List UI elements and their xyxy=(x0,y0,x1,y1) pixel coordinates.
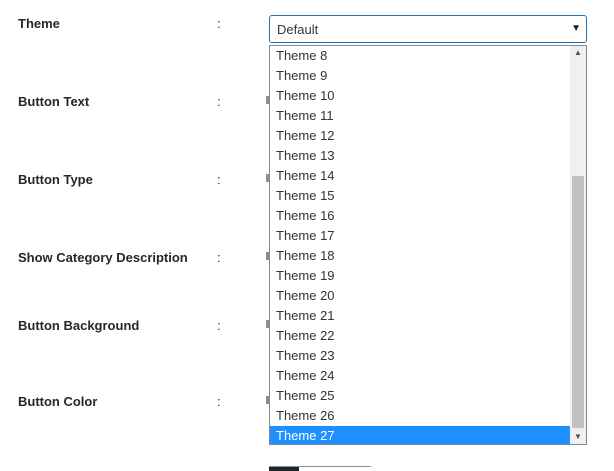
theme-select[interactable]: Default ▼ xyxy=(269,15,587,43)
theme-option[interactable]: Theme 10 xyxy=(270,86,570,106)
theme-option[interactable]: Theme 22 xyxy=(270,326,570,346)
theme-option[interactable]: Theme 12 xyxy=(270,126,570,146)
button-background-label: Button Background xyxy=(18,318,140,333)
chevron-down-icon: ▼ xyxy=(571,23,581,34)
show-category-description-colon: : xyxy=(217,250,221,265)
theme-option[interactable]: Theme 13 xyxy=(270,146,570,166)
theme-option[interactable]: Theme 9 xyxy=(270,66,570,86)
theme-option[interactable]: Theme 25 xyxy=(270,386,570,406)
theme-options: Theme 8 Theme 9 Theme 10 Theme 11 Theme 12 Th… xyxy=(270,46,570,444)
button-color-picker[interactable] xyxy=(269,466,371,471)
button-color-colon: : xyxy=(217,394,221,409)
color-swatch xyxy=(269,467,299,471)
theme-option[interactable]: Theme 18 xyxy=(270,246,570,266)
theme-option[interactable]: Theme 14 xyxy=(270,166,570,186)
theme-option[interactable]: Theme 15 xyxy=(270,186,570,206)
theme-dropdown-list[interactable]: Theme 8 Theme 9 Theme 10 Theme 11 Theme 12 Th… xyxy=(269,45,587,445)
button-type-colon: : xyxy=(217,172,221,187)
theme-option[interactable]: Theme 23 xyxy=(270,346,570,366)
theme-option[interactable]: Theme 24 xyxy=(270,366,570,386)
theme-option[interactable]: Theme 11 xyxy=(270,106,570,126)
theme-option[interactable]: Theme 20 xyxy=(270,286,570,306)
button-text-label: Button Text xyxy=(18,94,90,109)
scroll-up-arrow-icon[interactable]: ▲ xyxy=(570,46,586,60)
theme-option[interactable]: Theme 27 xyxy=(270,426,570,444)
theme-option[interactable]: Theme 17 xyxy=(270,226,570,246)
theme-select-value: Default xyxy=(277,22,319,37)
theme-option[interactable]: Theme 16 xyxy=(270,206,570,226)
theme-option[interactable]: Theme 26 xyxy=(270,406,570,426)
button-type-label: Button Type xyxy=(18,172,93,187)
theme-colon: : xyxy=(217,16,221,31)
button-text-colon: : xyxy=(217,94,221,109)
theme-option[interactable]: Theme 21 xyxy=(270,306,570,326)
scrollbar-thumb[interactable] xyxy=(572,176,584,428)
button-background-colon: : xyxy=(217,318,221,333)
theme-option[interactable]: Theme 19 xyxy=(270,266,570,286)
theme-option[interactable]: Theme 8 xyxy=(270,46,570,66)
dropdown-scrollbar[interactable]: ▲ ▼ xyxy=(570,46,586,444)
scroll-down-arrow-icon[interactable]: ▼ xyxy=(570,430,586,444)
show-category-description-label: Show Category Description xyxy=(18,250,188,265)
button-color-label: Button Color xyxy=(18,394,98,409)
theme-label: Theme xyxy=(18,16,60,31)
